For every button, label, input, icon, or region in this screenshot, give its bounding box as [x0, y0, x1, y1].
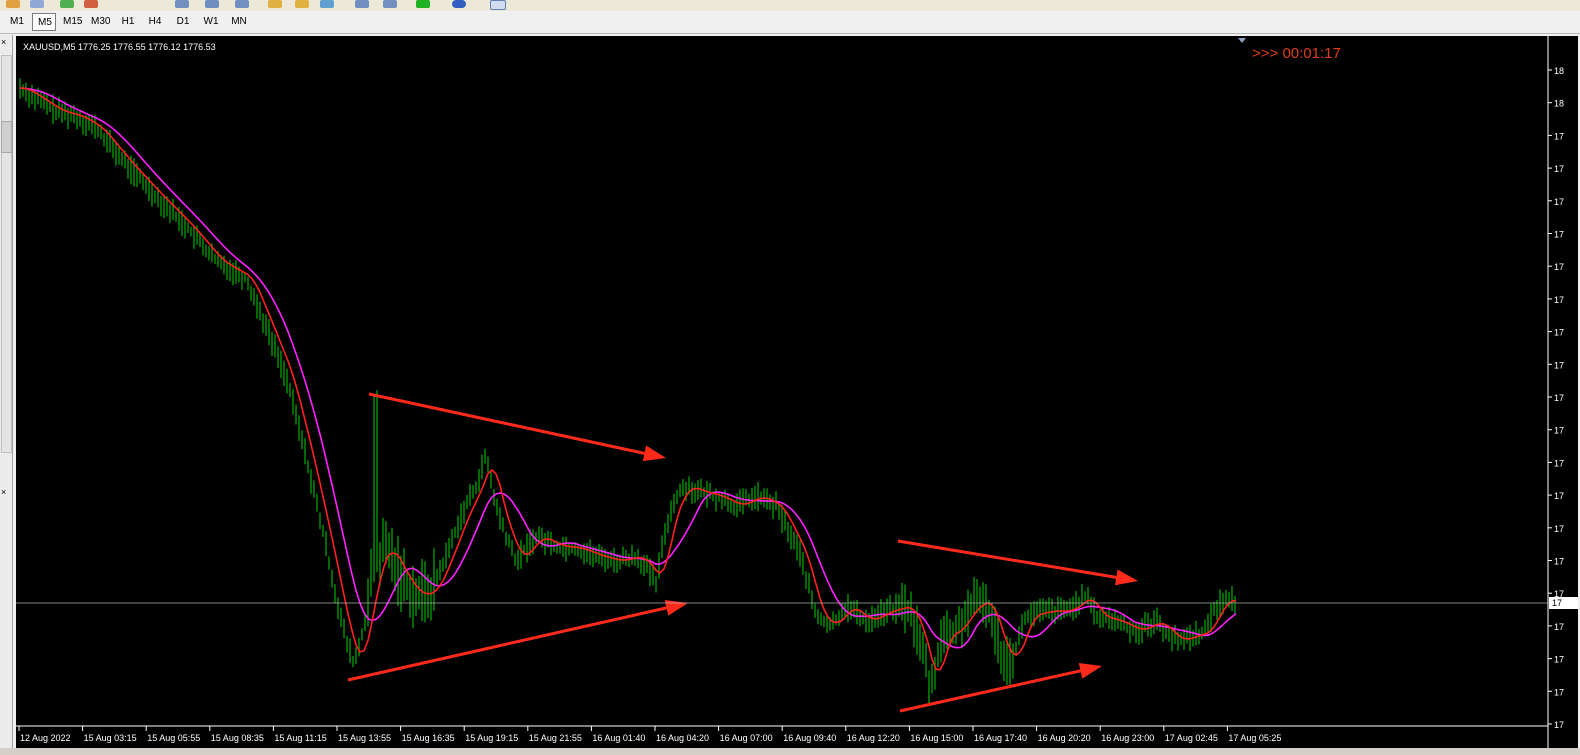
time-tick-label: 15 Aug 03:15 [84, 733, 137, 743]
price-tick-label: 17 [1554, 164, 1564, 174]
time-tick-label: 16 Aug 01:40 [592, 733, 645, 743]
time-tick-label: 12 Aug 2022 [20, 733, 71, 743]
symbol-info: XAUUSD,M5 1776.25 1776.55 1776.12 1776.5… [23, 42, 216, 52]
time-tick-label: 17 Aug 02:45 [1165, 733, 1218, 743]
navigator-panel-edge: × × [0, 35, 13, 755]
panel-scrollbar[interactable] [1, 55, 12, 453]
trend-arrow-upper-left-shaft [368, 392, 645, 455]
toolbar-icon[interactable] [355, 0, 369, 8]
timeframe-button-h4[interactable]: H4 [142, 13, 168, 31]
trend-arrow-upper-left-head [642, 445, 666, 462]
status-bar [0, 748, 1580, 755]
toolbar-icon[interactable] [60, 0, 74, 8]
timeframe-button-h1[interactable]: H1 [116, 13, 140, 31]
price-tick-label: 17 [1554, 491, 1564, 501]
toolbar-icon[interactable] [235, 0, 249, 8]
time-tick-label: 17 Aug 05:25 [1228, 733, 1281, 743]
toolbar-icon[interactable] [84, 0, 98, 8]
bar-timer: >>> 00:01:17 [1252, 45, 1341, 62]
price-tick-label: 18 [1554, 66, 1564, 76]
trend-arrow-lower-left-shaft [347, 606, 667, 682]
toolbar-icon[interactable] [30, 0, 44, 8]
moving-averages [19, 87, 1237, 671]
timeframe-button-d1[interactable]: D1 [170, 13, 196, 31]
timeframe-button-m1[interactable]: M1 [4, 13, 30, 31]
price-tick-label: 17 [1554, 622, 1564, 632]
time-tick-label: 15 Aug 08:35 [211, 733, 264, 743]
time-tick-label: 15 Aug 11:15 [274, 733, 326, 743]
time-tick-label: 16 Aug 07:00 [720, 733, 773, 743]
time-tick-label: 16 Aug 09:40 [783, 733, 836, 743]
toolbar-icon[interactable] [490, 0, 506, 10]
timeframe-bar: M1 M5 M15 M30 H1 H4 D1 W1 MN [0, 11, 1580, 34]
time-tick-label: 15 Aug 16:35 [402, 733, 455, 743]
trend-arrow-lower-right-shaft [899, 669, 1081, 713]
toolbar-icon[interactable] [268, 0, 282, 8]
price-chart[interactable]: 18 18 17 17 17 17 17 17 17 17 17 17 17 17 17 17 17 17 17 17… [16, 36, 1578, 748]
price-tick-label: 17 [1554, 655, 1564, 665]
trend-arrow-upper-right-shaft [897, 539, 1117, 579]
time-tick-label: 16 Aug 20:20 [1038, 733, 1091, 743]
trend-arrow-upper-right-head [1114, 569, 1138, 586]
toolbar-icon[interactable] [452, 0, 466, 8]
toolbar-icon[interactable] [205, 0, 219, 8]
fast-moving-average [19, 87, 1237, 671]
price-tick-label: 17 [1554, 131, 1564, 141]
price-tick-label: 17 [1554, 360, 1564, 370]
price-tick-label: 17 [1554, 720, 1564, 730]
price-tick-label: 17 [1554, 262, 1564, 272]
price-tick-label: 17 [1554, 687, 1564, 697]
price-tick-label: 17 [1554, 426, 1564, 436]
price-tick-label: 17 [1554, 328, 1564, 338]
time-tick-label: 15 Aug 21:55 [529, 733, 582, 743]
timeframe-button-mn[interactable]: MN [226, 13, 252, 31]
axes: 18 18 17 17 17 17 17 17 17 17 17 17 17 17 17 17 17 17 17 17… [16, 36, 1578, 748]
timeframe-button-m5[interactable]: M5 [32, 13, 56, 31]
time-tick-label: 16 Aug 17:40 [974, 733, 1027, 743]
timeframe-button-w1[interactable]: W1 [198, 13, 224, 31]
time-tick-label: 15 Aug 19:15 [465, 733, 518, 743]
toolbar-icon[interactable] [295, 0, 309, 8]
price-tick-label: 17 [1554, 557, 1564, 567]
trend-arrow-lower-left-head [664, 600, 688, 616]
chart-shift-marker[interactable] [1238, 38, 1246, 43]
time-tick-label: 16 Aug 15:00 [910, 733, 963, 743]
time-tick-label: 15 Aug 13:55 [338, 733, 391, 743]
plus-icon[interactable] [416, 0, 430, 8]
price-tick-label: 17 [1554, 197, 1564, 207]
time-tick-label: 16 Aug 12:20 [847, 733, 900, 743]
trend-arrow-lower-right-head [1078, 662, 1102, 679]
price-tick-label: 18 [1554, 99, 1564, 109]
timeframe-button-m15[interactable]: M15 [58, 13, 84, 31]
toolbar-icon[interactable] [175, 0, 189, 8]
price-tick-label: 17 [1554, 393, 1564, 403]
toolbar-icon[interactable] [383, 0, 397, 8]
time-tick-label: 15 Aug 05:55 [147, 733, 200, 743]
close-icon[interactable]: × [1, 487, 6, 497]
close-icon[interactable]: × [1, 37, 6, 47]
time-tick-label: 16 Aug 04:20 [656, 733, 709, 743]
current-price-label: 17 [1552, 598, 1562, 608]
price-tick-label: 17 [1554, 230, 1564, 240]
toolbar-icon[interactable] [6, 0, 20, 8]
chart-canvas[interactable]: 18 18 17 17 17 17 17 17 17 17 17 17 17 17 17 17 17 17 17 17… [16, 36, 1578, 748]
scroll-thumb[interactable] [1, 121, 12, 153]
price-tick-label: 17 [1554, 458, 1564, 468]
slow-moving-average [19, 87, 1237, 649]
timeframe-button-m30[interactable]: M30 [86, 13, 114, 31]
price-tick-label: 17 [1554, 295, 1564, 305]
price-tick-label: 17 [1554, 524, 1564, 534]
toolbar-icon[interactable] [320, 0, 334, 8]
time-tick-label: 16 Aug 23:00 [1101, 733, 1154, 743]
